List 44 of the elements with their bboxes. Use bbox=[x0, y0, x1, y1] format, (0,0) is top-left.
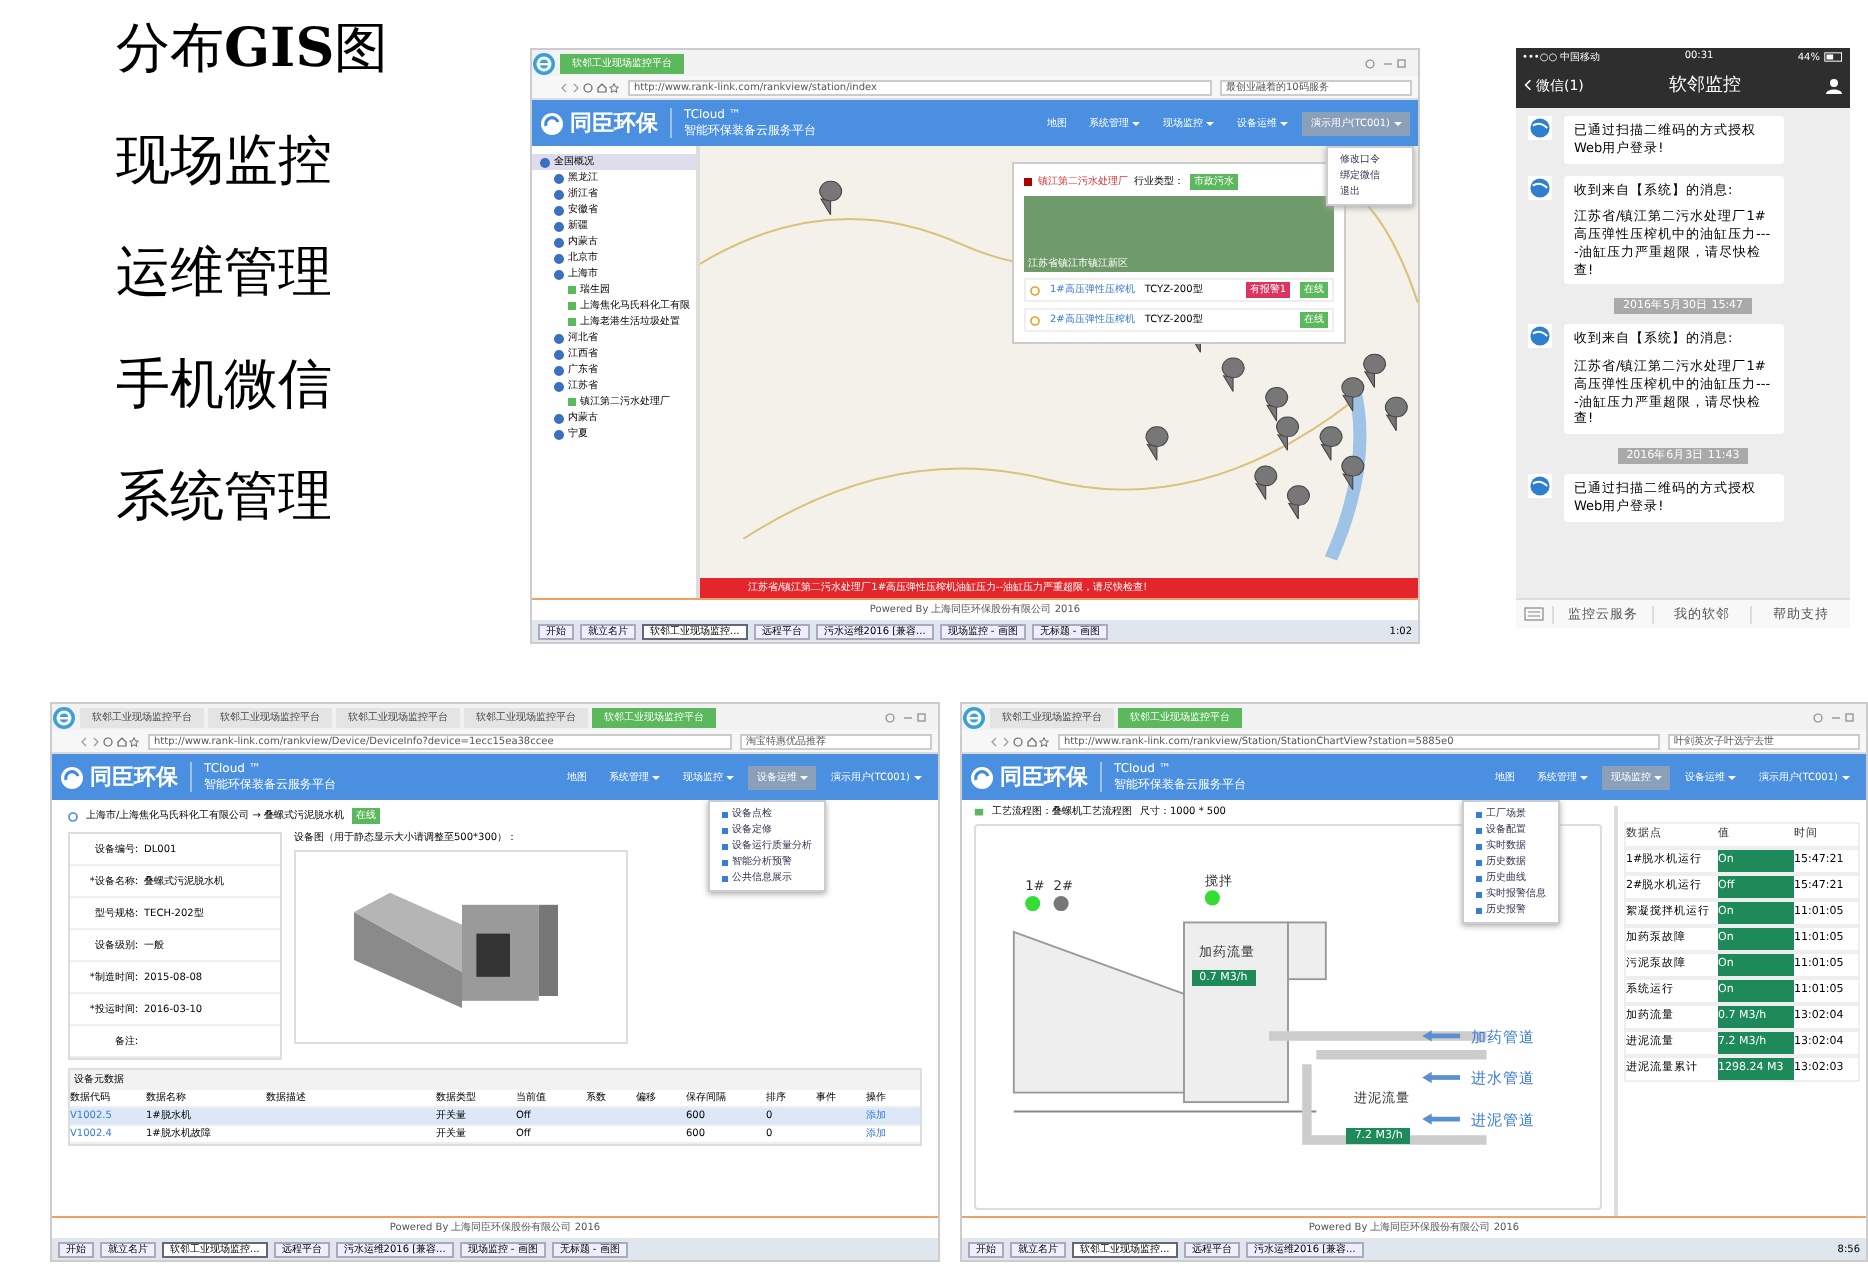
map-pin-icon[interactable] bbox=[1287, 485, 1310, 520]
globe-avatar-icon bbox=[1528, 175, 1552, 200]
chat-title: 软邻监控 bbox=[1668, 73, 1741, 98]
logo-icon bbox=[970, 765, 994, 789]
flow-arrow-icon bbox=[1422, 1071, 1461, 1084]
feature-heading: 运维管理 bbox=[116, 244, 332, 304]
map-pin-icon[interactable] bbox=[1221, 357, 1245, 392]
pipe-label: 进泥管道 bbox=[1471, 1110, 1536, 1129]
navigation-icon[interactable] bbox=[990, 735, 1050, 747]
battery-icon bbox=[1824, 52, 1844, 62]
brand-name: 同臣环保 bbox=[570, 109, 658, 137]
location-icon bbox=[1030, 315, 1040, 325]
brand-name: 同臣环保 bbox=[1000, 763, 1088, 791]
map-pin-icon[interactable] bbox=[1145, 426, 1169, 461]
location-icon bbox=[68, 811, 78, 821]
logo-icon bbox=[60, 765, 84, 789]
map-pin-icon[interactable] bbox=[819, 180, 843, 216]
map-pin-icon[interactable] bbox=[1276, 416, 1299, 451]
monitor-icon bbox=[974, 807, 984, 817]
globe-avatar-icon bbox=[1528, 116, 1552, 140]
brand-name: 同臣环保 bbox=[90, 763, 178, 791]
map-pin-icon[interactable] bbox=[1384, 396, 1408, 432]
map-pin-icon[interactable] bbox=[1363, 353, 1386, 389]
location-icon bbox=[1030, 285, 1040, 295]
navigation-icon[interactable] bbox=[560, 81, 620, 93]
globe-avatar-icon bbox=[1528, 324, 1552, 349]
flow-arrow-icon bbox=[1422, 1030, 1461, 1042]
feature-heading: 分布GIS图 bbox=[116, 20, 389, 80]
map-pin-icon[interactable] bbox=[1319, 426, 1343, 461]
map-pin-icon[interactable] bbox=[1341, 455, 1365, 491]
globe-avatar-icon bbox=[1528, 474, 1552, 499]
feature-heading: 现场监控 bbox=[116, 132, 332, 192]
pipe-label: 进水管道 bbox=[1471, 1069, 1536, 1088]
logo-icon bbox=[540, 111, 564, 135]
map-pin-icon[interactable] bbox=[1265, 387, 1289, 422]
feature-heading: 手机微信 bbox=[116, 356, 332, 416]
pipe-label: 加药管道 bbox=[1471, 1027, 1536, 1046]
map-pin-icon[interactable] bbox=[1254, 465, 1278, 500]
feature-heading: 系统管理 bbox=[116, 468, 332, 528]
back-chevron-icon[interactable] bbox=[1524, 78, 1532, 92]
navigation-icon[interactable] bbox=[80, 735, 140, 747]
map-pin-icon[interactable] bbox=[1341, 377, 1365, 412]
person-icon[interactable] bbox=[1825, 77, 1842, 93]
flow-arrow-icon bbox=[1422, 1113, 1461, 1125]
